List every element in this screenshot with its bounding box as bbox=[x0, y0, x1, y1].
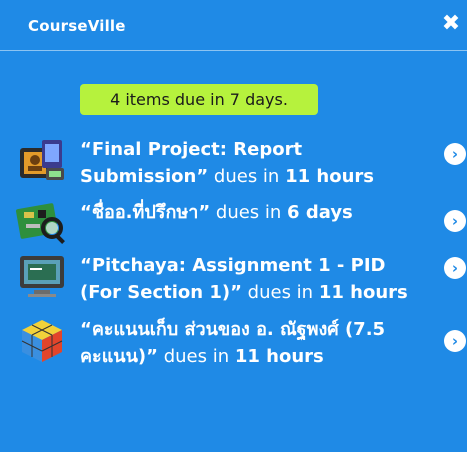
item-due: 11 hours bbox=[318, 282, 408, 303]
item-text[interactable]: “Final Project: Report Submission” dues … bbox=[80, 136, 416, 190]
circuit-search-icon bbox=[16, 203, 65, 244]
chevron-right-icon[interactable]: › bbox=[444, 210, 466, 232]
item-text[interactable]: “ชื่ออ.ที่ปรึกษา” dues in 6 days bbox=[80, 199, 416, 226]
monitor-icon bbox=[20, 256, 64, 297]
panel-footer bbox=[0, 436, 467, 452]
item-due: 11 hours bbox=[285, 166, 374, 187]
list-item[interactable]: “Final Project: Report Submission” dues … bbox=[16, 136, 466, 192]
item-suffix: dues in bbox=[208, 166, 286, 187]
item-suffix: dues in bbox=[157, 346, 235, 367]
list-item[interactable]: “Pitchaya: Assignment 1 - PID (For Secti… bbox=[16, 252, 466, 308]
project-icon bbox=[20, 140, 64, 180]
item-suffix: dues in bbox=[241, 282, 319, 303]
item-text[interactable]: “คะแนนเก็บ ส่วนของ อ. ณัฐพงศ์ (7.5 คะแนน… bbox=[80, 316, 416, 370]
item-text[interactable]: “Pitchaya: Assignment 1 - PID (For Secti… bbox=[80, 252, 416, 306]
due-summary-badge: 4 items due in 7 days. bbox=[80, 84, 318, 115]
item-title[interactable]: “ชื่ออ.ที่ปรึกษา” bbox=[80, 202, 210, 223]
chevron-right-icon[interactable]: › bbox=[444, 143, 466, 165]
item-suffix: dues in bbox=[210, 202, 288, 223]
notification-panel: CourseVille ✖ 4 items due in 7 days. “Fi… bbox=[0, 0, 467, 452]
close-icon[interactable]: ✖ bbox=[441, 13, 461, 35]
chevron-right-icon[interactable]: › bbox=[444, 330, 466, 352]
courseville-logo[interactable]: CourseVille bbox=[28, 17, 126, 35]
panel-header: CourseVille ✖ bbox=[0, 0, 467, 51]
item-due: 11 hours bbox=[234, 346, 324, 367]
list-item[interactable]: “ชื่ออ.ที่ปรึกษา” dues in 6 days › bbox=[16, 196, 466, 246]
cube-icon bbox=[21, 320, 63, 362]
chevron-right-icon[interactable]: › bbox=[444, 257, 466, 279]
item-due: 6 days bbox=[287, 202, 353, 223]
list-item[interactable]: “คะแนนเก็บ ส่วนของ อ. ณัฐพงศ์ (7.5 คะแนน… bbox=[16, 316, 466, 376]
